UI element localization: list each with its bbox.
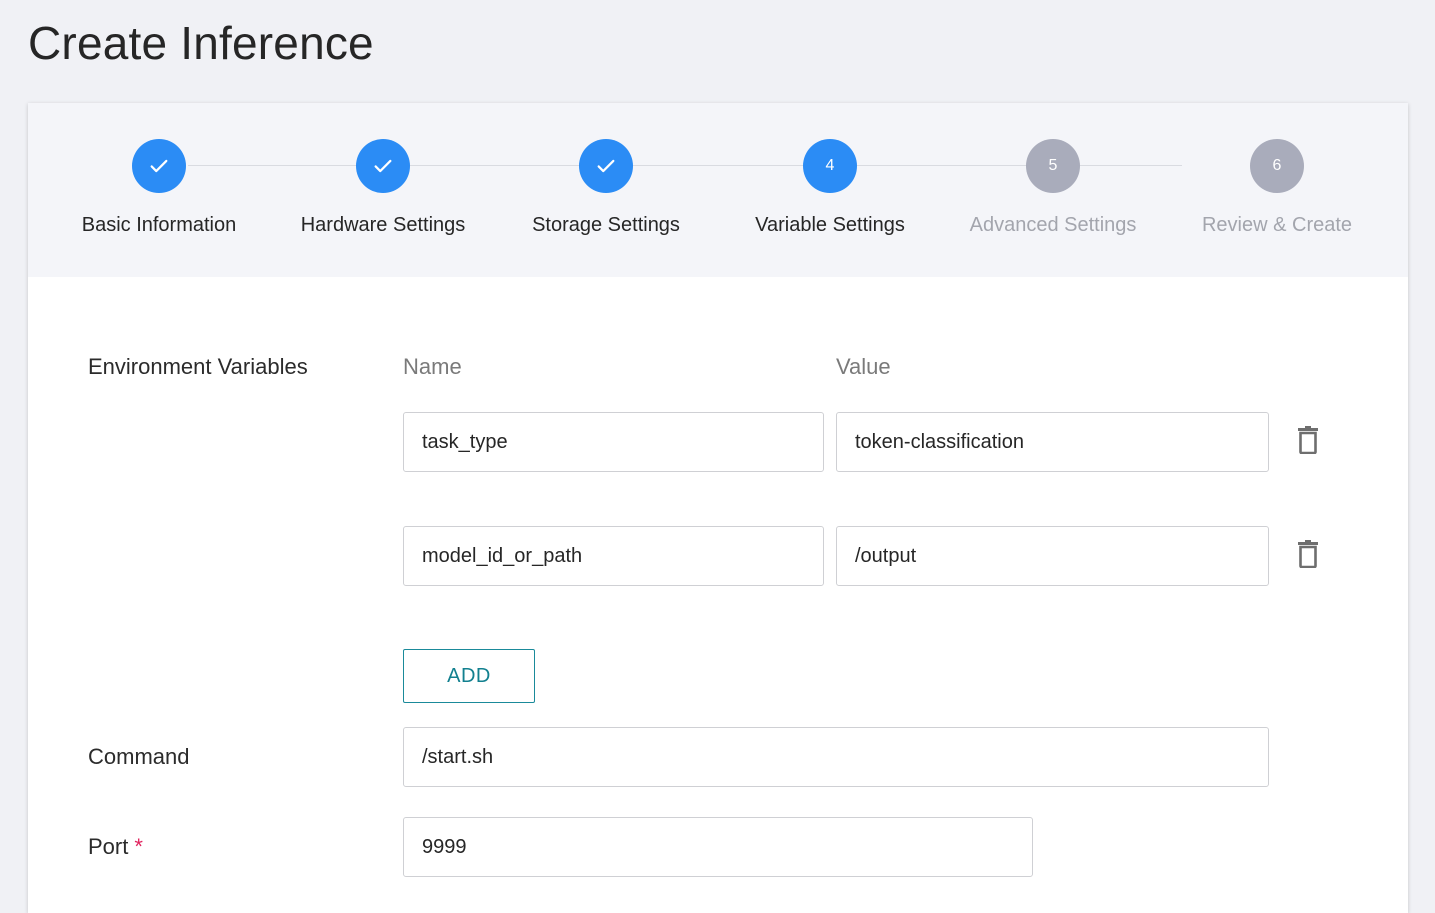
port-input[interactable] <box>403 817 1033 877</box>
env-name-input[interactable] <box>403 412 824 472</box>
step-label: Hardware Settings <box>300 214 466 236</box>
step-review-create[interactable]: 6 Review & Create <box>1157 139 1397 237</box>
step-label: Storage Settings <box>532 214 680 236</box>
env-name-input[interactable] <box>403 526 824 586</box>
port-label: Port * <box>88 834 143 860</box>
step-basic-information[interactable]: Basic Information <box>39 139 279 237</box>
step-variable-settings[interactable]: 4 Variable Settings <box>710 139 950 237</box>
env-name-header: Name <box>403 354 462 379</box>
required-marker: * <box>134 834 143 859</box>
check-icon <box>132 139 186 193</box>
env-value-input[interactable] <box>836 412 1269 472</box>
step-label: Variable Settings <box>755 214 905 236</box>
trash-icon <box>1298 540 1318 568</box>
step-label: Review & Create <box>1201 214 1353 236</box>
port-label-text: Port <box>88 834 129 859</box>
step-number: 4 <box>803 139 857 193</box>
step-advanced-settings[interactable]: 5 Advanced Settings <box>933 139 1173 237</box>
delete-variable-button[interactable] <box>1293 537 1323 571</box>
step-number: 6 <box>1250 139 1304 193</box>
command-label: Command <box>88 744 190 769</box>
add-variable-button[interactable]: ADD <box>403 649 535 703</box>
page-title: Create Inference <box>28 17 374 69</box>
delete-variable-button[interactable] <box>1293 423 1323 457</box>
env-variables-label: Environment Variables <box>88 354 308 379</box>
wizard-card: Basic Information Hardware Settings Stor… <box>28 103 1408 913</box>
check-icon <box>579 139 633 193</box>
step-number: 5 <box>1026 139 1080 193</box>
step-hardware-settings[interactable]: Hardware Settings <box>263 139 503 237</box>
trash-icon <box>1298 426 1318 454</box>
step-storage-settings[interactable]: Storage Settings <box>486 139 726 237</box>
step-label: Basic Information <box>81 214 237 236</box>
env-value-header: Value <box>836 354 891 379</box>
env-value-input[interactable] <box>836 526 1269 586</box>
check-icon <box>356 139 410 193</box>
command-input[interactable] <box>403 727 1269 787</box>
stepper: Basic Information Hardware Settings Stor… <box>28 103 1408 277</box>
step-label: Advanced Settings <box>969 214 1137 236</box>
